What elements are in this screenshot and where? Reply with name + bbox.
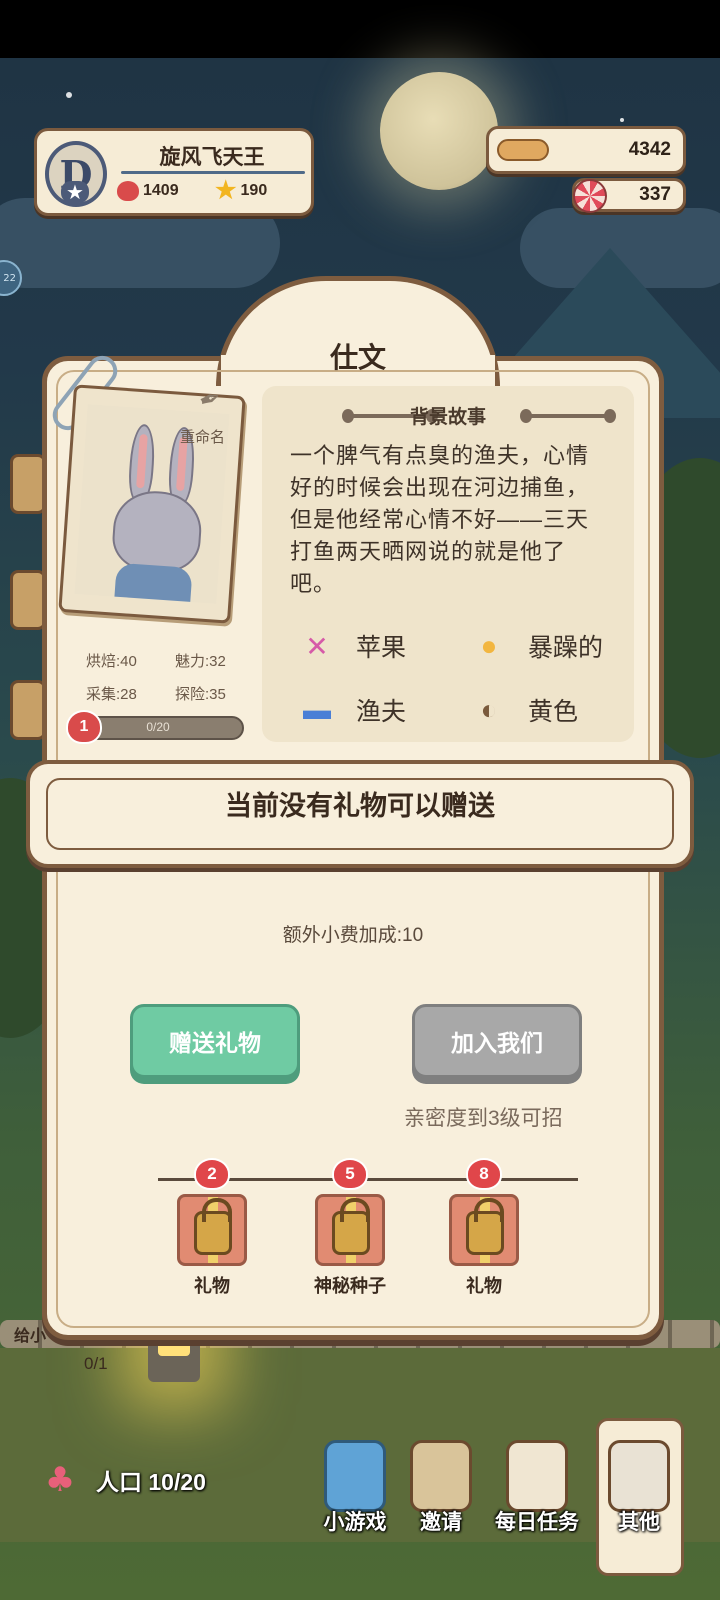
stat-charm: 魅力:32 xyxy=(175,653,226,670)
lock-icon xyxy=(332,1198,370,1255)
invite-label: 邀请 xyxy=(420,1511,462,1534)
reward-level-8[interactable]: 8 礼物 xyxy=(424,1158,544,1298)
invite-button[interactable]: 邀请 xyxy=(396,1440,486,1536)
bunny-head xyxy=(110,488,204,575)
quest-title: 给小 xyxy=(14,1328,47,1345)
locked-invite-icon xyxy=(410,1440,472,1512)
reward-label: 礼物 xyxy=(466,1276,502,1296)
locked-gift-icon xyxy=(177,1194,247,1266)
trait-occupation: ▬ 渔夫 xyxy=(298,692,406,728)
trait-color-text: 黄色 xyxy=(528,698,579,726)
hearts-value: 1409 xyxy=(143,182,179,199)
more-menu-icon xyxy=(608,1440,670,1512)
side-chick-icon[interactable] xyxy=(10,680,46,740)
stat-explore: 探险:35 xyxy=(175,686,226,703)
reward-heart-icon: 8 xyxy=(466,1158,502,1190)
palette-icon: ◐ xyxy=(480,694,498,725)
backstory-box: 背景故事 一个脾气有点臭的渔夫，心情好的时候会出现在河边捕鱼，但是他经常心情不好… xyxy=(262,386,634,742)
reward-level-5[interactable]: 5 神秘种子 xyxy=(290,1158,410,1298)
other-button[interactable]: 其他 xyxy=(594,1440,684,1536)
reward-level-2[interactable]: 2 礼物 xyxy=(152,1158,272,1298)
affinity-level-heart-icon: 1 xyxy=(66,710,102,744)
trait-favorite-food: ✕ 苹果 xyxy=(298,628,406,664)
bunny-body xyxy=(114,562,193,602)
backstory-text: 一个脾气有点臭的渔夫，心情好的时候会出现在河边捕鱼，但是他经常心情不好——三天打… xyxy=(290,443,590,596)
side-tv-icon[interactable] xyxy=(10,570,46,630)
locked-gift-icon xyxy=(449,1194,519,1266)
bone-divider-icon xyxy=(520,409,616,423)
status-bar xyxy=(0,0,720,58)
population-text: 人口 10/20 xyxy=(96,1469,206,1495)
rename-button[interactable]: 重命名 xyxy=(180,426,225,447)
stat-baking: 烘焙:40 xyxy=(86,653,137,670)
stars-value: 190 xyxy=(240,182,268,199)
banner-message: 当前没有礼物可以赠送 xyxy=(225,791,495,821)
reward-heart-icon: 5 xyxy=(332,1158,368,1190)
reward-heart-icon: 2 xyxy=(194,1158,230,1190)
heart-icon xyxy=(117,181,139,201)
hat-icon: ▬ xyxy=(303,694,331,725)
gift-status-banner: 当前没有礼物可以赠送 xyxy=(26,760,694,868)
badge-star-icon: ★ xyxy=(61,181,89,203)
reward-label: 礼物 xyxy=(194,1276,230,1296)
minigame-button[interactable]: 小游戏 xyxy=(310,1440,400,1536)
quest-progress: 0/1 xyxy=(84,1354,108,1373)
candy-currency[interactable]: 337 xyxy=(572,178,686,213)
reward-label: 神秘种子 xyxy=(314,1276,386,1296)
other-label: 其他 xyxy=(618,1511,660,1534)
trait-job-text: 渔夫 xyxy=(356,698,407,726)
stars-stat: ★ 190 xyxy=(215,177,268,204)
hearts-stat: 1409 xyxy=(117,181,179,201)
character-stats: 烘焙:40 魅力:32 采集:28 探险:35 xyxy=(86,650,246,704)
player-profile-panel[interactable]: D ★ 旋风飞天王 1409 ★ 190 xyxy=(34,128,314,216)
bone-icon xyxy=(497,139,549,161)
bone-value: 4342 xyxy=(628,139,671,160)
give-gift-button[interactable]: 赠送礼物 xyxy=(130,1004,300,1078)
recruit-requirement-note: 亲密度到3级可招 xyxy=(404,1107,563,1130)
checklist-icon xyxy=(506,1440,568,1512)
stat-gathering: 采集:28 xyxy=(86,686,137,703)
fork-knife-icon: ✕ xyxy=(305,630,329,662)
character-portrait-card xyxy=(58,384,246,624)
lock-icon xyxy=(194,1198,232,1255)
side-gold-icon[interactable] xyxy=(10,454,46,514)
gameboy-icon xyxy=(324,1440,386,1512)
population-indicator: ♣ 人口 10/20 xyxy=(38,1460,206,1500)
star-icon: ★ xyxy=(215,177,237,204)
trait-food-text: 苹果 xyxy=(356,634,407,662)
player-name: 旋风飞天王 xyxy=(159,146,265,169)
join-us-button[interactable]: 加入我们 xyxy=(412,1004,582,1078)
population-icon: ♣ xyxy=(44,1460,76,1500)
lollipop-icon xyxy=(573,179,607,213)
trait-mood-text: 暴躁的 xyxy=(528,634,604,662)
locked-gift-icon xyxy=(315,1194,385,1266)
bone-currency[interactable]: 4342 xyxy=(486,126,686,174)
moon xyxy=(380,72,498,190)
trait-personality: ● 暴躁的 xyxy=(470,628,603,664)
trait-favorite-color: ◐ 黄色 xyxy=(470,692,578,728)
lock-icon xyxy=(466,1198,504,1255)
candy-value: 337 xyxy=(639,184,671,205)
name-underline xyxy=(121,171,305,174)
daily-tasks-button[interactable]: 每日任务 xyxy=(492,1440,582,1536)
tip-bonus-text: 额外小费加成:10 xyxy=(282,925,424,946)
daily-tasks-label: 每日任务 xyxy=(495,1511,579,1534)
minigame-label: 小游戏 xyxy=(323,1511,387,1534)
character-name: 仕文 xyxy=(329,342,386,373)
face-icon: ● xyxy=(480,630,498,661)
